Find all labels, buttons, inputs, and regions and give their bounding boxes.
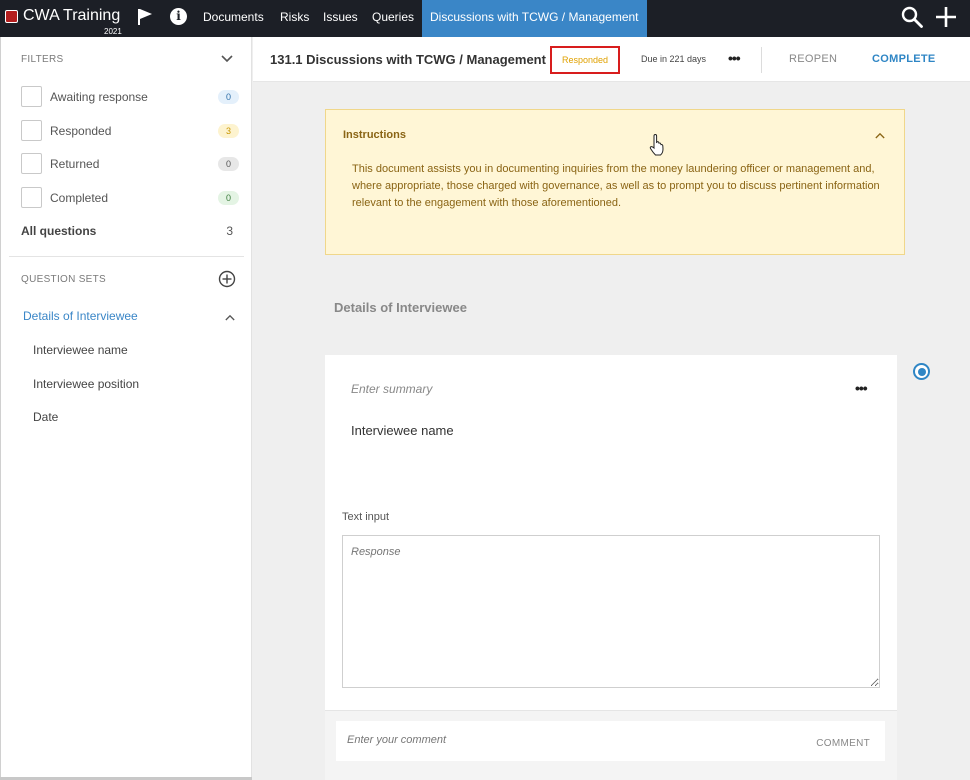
filter-label: Responded (50, 124, 112, 138)
all-questions-filter[interactable]: All questions 3 (21, 224, 233, 238)
question-item-interviewee-name[interactable]: Interviewee name (33, 343, 128, 357)
question-item-interviewee-position[interactable]: Interviewee position (33, 377, 139, 391)
hand-cursor-icon (649, 134, 664, 156)
add-question-set-icon[interactable] (218, 270, 236, 288)
filter-count-badge: 0 (218, 90, 239, 104)
search-icon[interactable] (900, 5, 924, 29)
filter-checkbox[interactable] (21, 120, 42, 141)
chevron-up-icon[interactable] (225, 314, 235, 321)
sidebar: FILTERS Awaiting response 0 Responded 3 … (0, 37, 252, 780)
filter-responded[interactable]: Responded 3 (21, 120, 239, 142)
filter-count-badge: 3 (218, 124, 239, 138)
text-input-label: Text input (342, 511, 390, 523)
info-icon[interactable]: i (170, 8, 187, 25)
question-item-date[interactable]: Date (33, 410, 58, 424)
brand-logo-icon (5, 10, 18, 23)
filter-label: Returned (50, 157, 100, 171)
comment-footer: Enter your comment COMMENT (325, 710, 897, 780)
brand-year: 2021 (104, 27, 122, 36)
top-navigation-bar: CWA Training 2021 i Documents Risks Issu… (0, 0, 970, 37)
status-badge: Responded (550, 46, 620, 74)
comment-box[interactable]: Enter your comment COMMENT (336, 721, 885, 761)
response-input[interactable] (342, 535, 880, 688)
brand-name[interactable]: CWA Training (23, 7, 120, 25)
all-questions-label: All questions (21, 224, 97, 238)
document-title: 131.1 Discussions with TCWG / Management (270, 52, 546, 67)
summary-field[interactable]: Enter summary (351, 382, 432, 396)
complete-button[interactable]: COMPLETE (872, 53, 936, 65)
filter-awaiting-response[interactable]: Awaiting response 0 (21, 86, 239, 108)
question-options-icon[interactable]: ••• (855, 380, 868, 396)
question-name: Interviewee name (351, 423, 454, 438)
filter-count-badge: 0 (218, 157, 239, 171)
collapse-instructions-icon[interactable] (875, 132, 885, 139)
nav-risks[interactable]: Risks (280, 0, 309, 37)
comment-input[interactable]: Enter your comment (347, 734, 446, 746)
question-sets-heading: QUESTION SETS (21, 274, 107, 285)
sidebar-divider (9, 256, 244, 257)
filter-checkbox[interactable] (21, 153, 42, 174)
all-questions-count: 3 (226, 224, 233, 238)
section-title: Details of Interviewee (334, 300, 467, 315)
instructions-title: Instructions (343, 129, 406, 141)
more-options-icon[interactable]: ••• (728, 50, 741, 66)
reopen-button[interactable]: REOPEN (789, 53, 837, 65)
filter-label: Completed (50, 191, 109, 205)
nav-issues[interactable]: Issues (323, 0, 358, 37)
filter-completed[interactable]: Completed 0 (21, 187, 239, 209)
filters-heading: FILTERS (21, 54, 64, 65)
nav-discussions[interactable]: Discussions with TCWG / Management (422, 0, 647, 37)
nav-queries[interactable]: Queries (372, 0, 414, 37)
header-separator (761, 47, 762, 73)
question-card: Enter summary ••• Interviewee name Text … (325, 355, 897, 780)
nav-documents[interactable]: Documents (203, 0, 264, 37)
instructions-body: This document assists you in documenting… (352, 163, 880, 209)
question-selected-radio[interactable] (913, 363, 930, 380)
plus-icon[interactable] (934, 5, 958, 29)
question-set-details-of-interviewee[interactable]: Details of Interviewee (23, 309, 138, 323)
filter-checkbox[interactable] (21, 187, 42, 208)
document-header: 131.1 Discussions with TCWG / Management… (253, 37, 970, 82)
filter-checkbox[interactable] (21, 86, 42, 107)
instructions-panel: Instructions This document assists you i… (325, 109, 905, 255)
flag-icon[interactable] (137, 8, 154, 26)
filter-returned[interactable]: Returned 0 (21, 153, 239, 175)
filter-count-badge: 0 (218, 191, 239, 205)
chevron-down-icon[interactable] (221, 55, 233, 63)
due-date: Due in 221 days (641, 54, 707, 64)
filter-label: Awaiting response (50, 90, 148, 104)
comment-button[interactable]: COMMENT (816, 738, 870, 749)
